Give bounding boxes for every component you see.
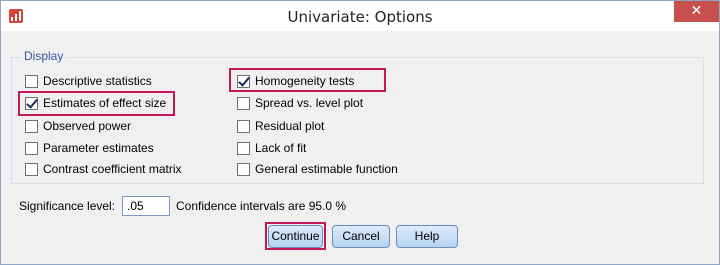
options-dialog: Univariate: Options ✕ Display Descriptiv… xyxy=(0,0,720,265)
help-button[interactable]: Help xyxy=(396,225,458,248)
highlight-homogeneity-tests xyxy=(229,68,386,92)
checkbox-label: Parameter estimates xyxy=(43,141,154,155)
checkbox-box[interactable] xyxy=(237,141,250,155)
checkbox-label: Residual plot xyxy=(255,119,325,133)
checkbox-label: General estimable function xyxy=(255,162,398,176)
checkbox-box[interactable] xyxy=(237,119,250,133)
checkbox-box[interactable] xyxy=(237,162,250,176)
checkbox-label: Contrast coefficient matrix xyxy=(43,162,182,176)
confidence-interval-text: Confidence intervals are 95.0 % xyxy=(176,199,347,213)
close-button[interactable]: ✕ xyxy=(674,1,719,22)
checkbox-spread-vs-level-plot[interactable]: Spread vs. level plot xyxy=(237,94,363,112)
checkbox-label: Lack of fit xyxy=(255,141,307,155)
title-bar[interactable]: Univariate: Options ✕ xyxy=(1,1,719,31)
checkbox-parameter-estimates[interactable]: Parameter estimates xyxy=(25,139,154,157)
significance-level-label: Significance level: xyxy=(19,199,116,213)
checkbox-descriptive-statistics[interactable]: Descriptive statistics xyxy=(25,72,152,90)
checkbox-contrast-coefficient-matrix[interactable]: Contrast coefficient matrix xyxy=(25,160,182,178)
checkbox-observed-power[interactable]: Observed power xyxy=(25,117,131,135)
display-group-label: Display xyxy=(21,49,67,63)
checkbox-label: Spread vs. level plot xyxy=(255,96,364,110)
dialog-title: Univariate: Options xyxy=(287,8,433,26)
highlight-estimates-of-effect-size xyxy=(18,91,175,116)
cancel-button[interactable]: Cancel xyxy=(332,225,390,248)
checkbox-box[interactable] xyxy=(25,74,38,88)
checkbox-box[interactable] xyxy=(25,141,38,155)
checkbox-label: Descriptive statistics xyxy=(43,74,152,88)
checkbox-residual-plot[interactable]: Residual plot xyxy=(237,117,324,135)
checkbox-general-estimable-function[interactable]: General estimable function xyxy=(237,160,398,178)
checkbox-label: Observed power xyxy=(43,119,132,133)
checkbox-box[interactable] xyxy=(25,162,38,176)
continue-button[interactable]: Continue xyxy=(268,225,323,248)
checkbox-box[interactable] xyxy=(237,96,250,110)
significance-level-input[interactable] xyxy=(122,196,170,216)
checkbox-box[interactable] xyxy=(25,119,38,133)
checkbox-lack-of-fit[interactable]: Lack of fit xyxy=(237,139,306,157)
